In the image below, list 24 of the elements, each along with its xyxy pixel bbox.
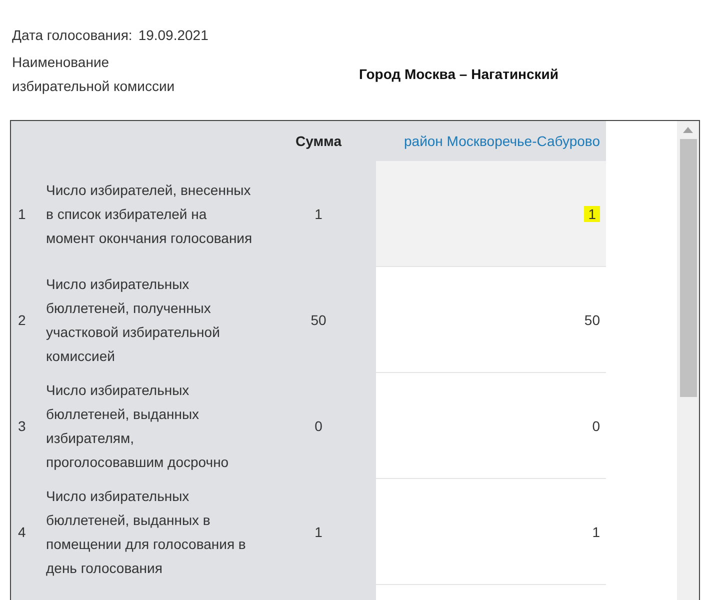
column-header: Сумма [294,132,343,151]
value-text: 1 [592,524,600,540]
sum-cell-text: 0 [314,417,324,436]
commission-label: Наименование избирательной комиссии [12,53,176,96]
commission-name: Город Москва – Нагатинский [359,66,559,82]
value-text: 0 [592,418,600,434]
value-text: 1 [584,206,600,222]
row-label: Число избирательных бюллетеней, выданных избирателям, проголосовавшим досрочно [46,381,230,472]
column-header-link[interactable]: район Москворечье-Сабурово [376,121,606,161]
row-number: 4 [17,523,27,542]
row-number: 2 [17,311,27,330]
sum-cell-text: 1 [314,205,324,224]
value-text: 50 [584,312,600,328]
row-label: Число избирательных бюллетеней, полученных участковой избирательной комиссией [46,275,221,366]
sum-cell-text: 50 [310,311,328,330]
scroll-up-icon[interactable] [683,127,693,133]
row-label: Число избирателей, внесенных в список избирателей на момент окончания голосования [46,181,254,248]
row-number: 3 [17,417,27,436]
row-number: 1 [17,205,27,224]
row-label: Число избирательных бюллетеней, выданных в помещении для голосования в день голосования [46,487,247,578]
date-label: Дата голосования: [12,26,132,45]
date-value: 19.09.2021 [138,26,208,45]
scrollbar[interactable] [677,121,699,600]
sum-cell-text: 1 [314,523,324,542]
